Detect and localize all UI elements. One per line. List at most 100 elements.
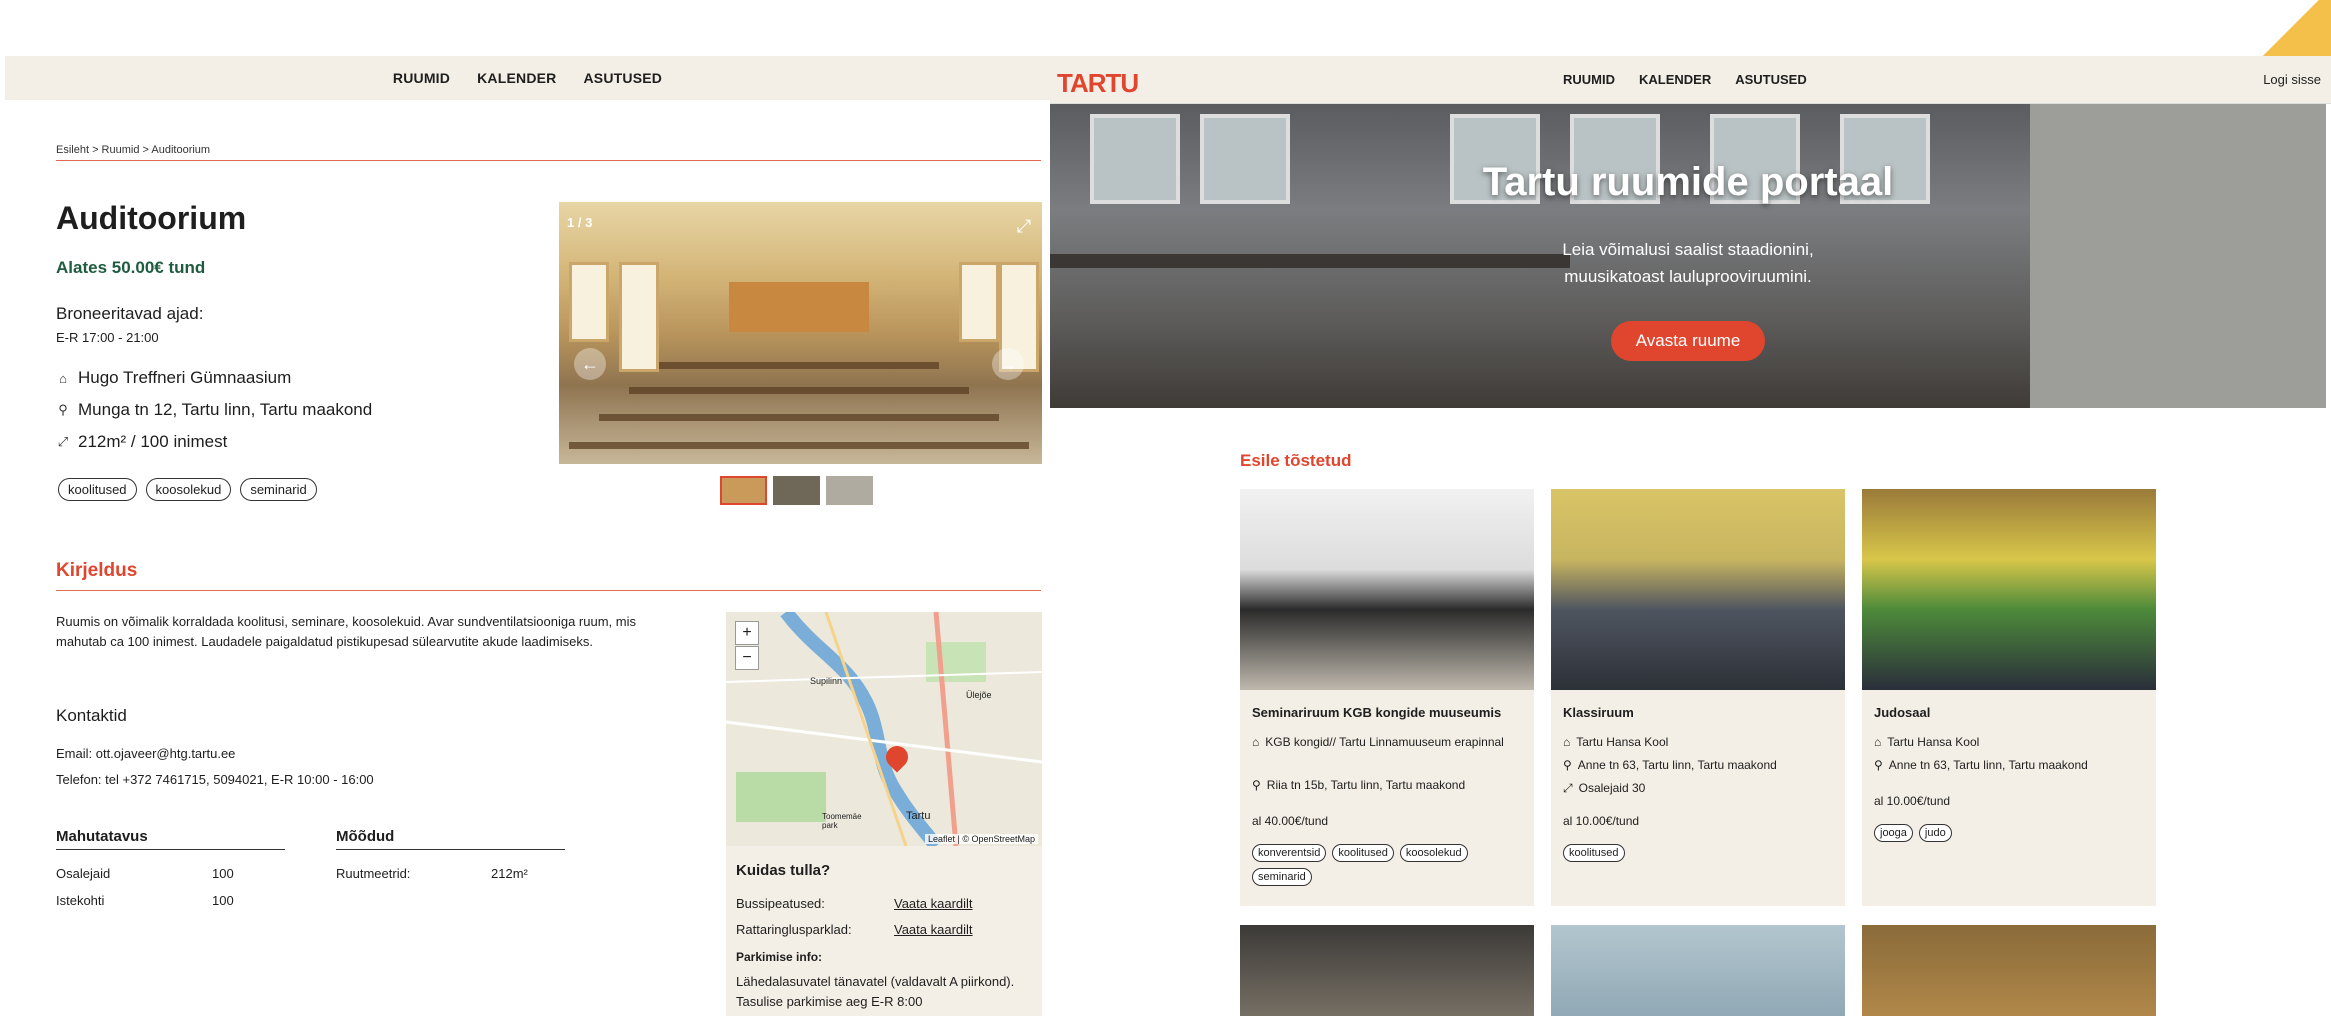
carousel-next-icon[interactable]: →	[992, 348, 1024, 380]
room-card[interactable]: Judosaal ⌂ Tartu Hansa Kool ⚲ Anne tn 63, …	[1862, 489, 2156, 906]
tag[interactable]: koolitused	[1563, 844, 1625, 862]
nav-ruumid[interactable]: RUUMID	[1563, 72, 1615, 87]
zoom-in-button[interactable]: +	[735, 621, 759, 645]
address-text: Riia tn 15b, Tartu linn, Tartu maakond	[1266, 778, 1466, 792]
address-text: Anne tn 63, Tartu linn, Tartu maakond	[1888, 758, 2088, 772]
room-card-title[interactable]: Seminariruum KGB kongide muuseumis	[1252, 705, 1501, 720]
featured-heading: Esile tõstetud	[1240, 451, 1352, 470]
room-card-image[interactable]	[1551, 489, 1845, 690]
capacity-value: 100	[212, 866, 234, 881]
top-nav: RUUMID KALENDER ASUTUSED	[5, 56, 1050, 100]
zoom-out-button[interactable]: −	[735, 646, 759, 670]
carousel-photo-desk	[599, 414, 999, 421]
room-card-image[interactable]	[1240, 489, 1534, 690]
carousel-photo-wall	[729, 282, 869, 332]
location-pin-icon: ⚲	[58, 402, 68, 417]
carousel-photo-window	[959, 262, 999, 342]
room-card-title[interactable]: Klassiruum	[1563, 705, 1634, 720]
description: Ruumis on võimalik korraldada koolitusi,…	[56, 614, 636, 649]
map-label: Supilinn	[810, 676, 843, 686]
parking-label: Parkimise info:	[736, 950, 823, 964]
location-pin-icon: ⚲	[1252, 778, 1261, 792]
divider	[56, 160, 1041, 161]
room-card-address: ⚲ Anne tn 63, Tartu linn, Tartu maakond	[1563, 756, 1838, 774]
bus-map-link[interactable]: Vaata kaardilt	[894, 896, 973, 911]
carousel-photo-window	[619, 262, 659, 372]
map-label: Tartu	[906, 810, 931, 822]
room-card-tags: konverentsid koolitused koosolekud semin…	[1252, 844, 1512, 886]
thumbnail[interactable]	[720, 476, 767, 505]
tag[interactable]: seminarid	[1252, 868, 1312, 886]
hero-title: Tartu ruumide portaal	[1482, 160, 1894, 204]
tag[interactable]: koolitused	[58, 478, 137, 501]
explore-rooms-button[interactable]: Avasta ruume	[1611, 321, 1765, 361]
dimensions-label: Ruutmeetrid:	[336, 866, 411, 881]
dimensions-heading: Mõõdud	[336, 828, 395, 845]
thumbnail[interactable]	[773, 476, 820, 505]
divider	[56, 849, 285, 850]
room-card-title[interactable]: Judosaal	[1874, 705, 1930, 720]
room-card-tags: jooga judo	[1874, 824, 2134, 842]
hero-photo-table	[1050, 254, 1570, 268]
nav-asutused[interactable]: ASUTUSED	[1735, 72, 1807, 87]
tag[interactable]: jooga	[1874, 824, 1913, 842]
room-card-image[interactable]	[1862, 489, 2156, 690]
corner-badge	[2246, 0, 2331, 60]
room-card-image[interactable]	[1862, 925, 2156, 1016]
address-row: ⚲ Munga tn 12, Tartu linn, Tartu maakond	[56, 400, 372, 420]
image-carousel[interactable]	[559, 202, 1042, 464]
tag[interactable]: koosolekud	[145, 478, 232, 501]
nav-kalender[interactable]: KALENDER	[1639, 72, 1711, 87]
carousel-photo-desk	[659, 362, 939, 369]
address-text: Anne tn 63, Tartu linn, Tartu maakond	[1577, 758, 1777, 772]
room-card[interactable]: Seminariruum KGB kongide muuseumis ⌂ KGB …	[1240, 489, 1534, 906]
bookable-value: E-R 17:00 - 21:00	[56, 330, 159, 345]
location-pin-icon: ⚲	[1874, 758, 1883, 772]
how-to-get-heading: Kuidas tulla?	[736, 862, 831, 879]
institution-text: KGB kongid// Tartu Linnamuuseum erapinna…	[1265, 735, 1504, 749]
tag[interactable]: koolitused	[1332, 844, 1394, 862]
bike-label: Rattaringlusparklad:	[736, 922, 852, 937]
how-to-get-panel: Kuidas tulla? Bussipeatused: Vaata kaard…	[726, 846, 1042, 1016]
nav-kalender[interactable]: KALENDER	[477, 70, 556, 86]
tag[interactable]: judo	[1918, 824, 1952, 842]
carousel-photo-desk	[629, 387, 969, 394]
breadcrumb[interactable]: Esileht > Ruumid > Auditoorium	[56, 144, 210, 156]
tag[interactable]: konverentsid	[1252, 844, 1327, 862]
room-card-image[interactable]	[1240, 925, 1534, 1016]
room-card-image[interactable]	[1551, 925, 1845, 1016]
room-detail-page: RUUMID KALENDER ASUTUSED Esileht > Ruumi…	[0, 0, 1050, 1016]
carousel-photo-window	[569, 262, 609, 342]
room-card-address: ⚲ Riia tn 15b, Tartu linn, Tartu maakond	[1252, 776, 1527, 794]
expand-icon: ⤢	[1563, 781, 1573, 795]
building-icon: ⌂	[1563, 735, 1571, 749]
login-link[interactable]: Logi sisse	[2263, 72, 2321, 87]
map-attribution[interactable]: Leaflet | © OpenStreetMap	[924, 834, 1038, 844]
tag-list: koolitused koosolekud seminarid	[58, 478, 317, 501]
thumbnail-strip	[720, 476, 873, 505]
room-card-institution: ⌂ KGB kongid// Tartu Linnamuuseum erapinn…	[1252, 733, 1527, 751]
capacity-value: 100	[212, 893, 234, 908]
building-icon: ⌂	[1252, 735, 1260, 749]
capacity-label: Osalejaid	[56, 866, 111, 881]
room-card[interactable]: Klassiruum ⌂ Tartu Hansa Kool ⚲ Anne tn 63…	[1551, 489, 1845, 906]
bookable-label: Broneeritavad ajad:	[56, 304, 204, 323]
fullscreen-icon[interactable]: ⤢	[1008, 210, 1040, 242]
carousel-counter: 1 / 3	[567, 215, 593, 230]
institution-text: Tartu Hansa Kool	[1887, 735, 1980, 749]
tartu-logo[interactable]: TARTU	[1057, 68, 1139, 99]
tag[interactable]: koosolekud	[1399, 844, 1468, 862]
bike-map-link[interactable]: Vaata kaardilt	[894, 922, 973, 937]
tag[interactable]: seminarid	[240, 478, 317, 501]
carousel-photo-desk	[569, 442, 1029, 449]
size: 212m² / 100 inimest	[78, 432, 228, 451]
nav-ruumid[interactable]: RUUMID	[393, 70, 450, 86]
location-pin-icon: ⚲	[1563, 758, 1572, 772]
institution: Hugo Treffneri Gümnaasium	[78, 368, 292, 387]
thumbnail[interactable]	[826, 476, 873, 505]
contact-phone: Telefon: tel +372 7461715, 5094021, E-R …	[56, 772, 374, 787]
nav-asutused[interactable]: ASUTUSED	[583, 70, 662, 86]
location-map[interactable]: + − Supilinn Ülejõe Toomemäe park Tartu …	[726, 612, 1042, 846]
carousel-prev-icon[interactable]: ←	[574, 348, 606, 380]
room-card-institution: ⌂ Tartu Hansa Kool	[1563, 733, 1838, 751]
